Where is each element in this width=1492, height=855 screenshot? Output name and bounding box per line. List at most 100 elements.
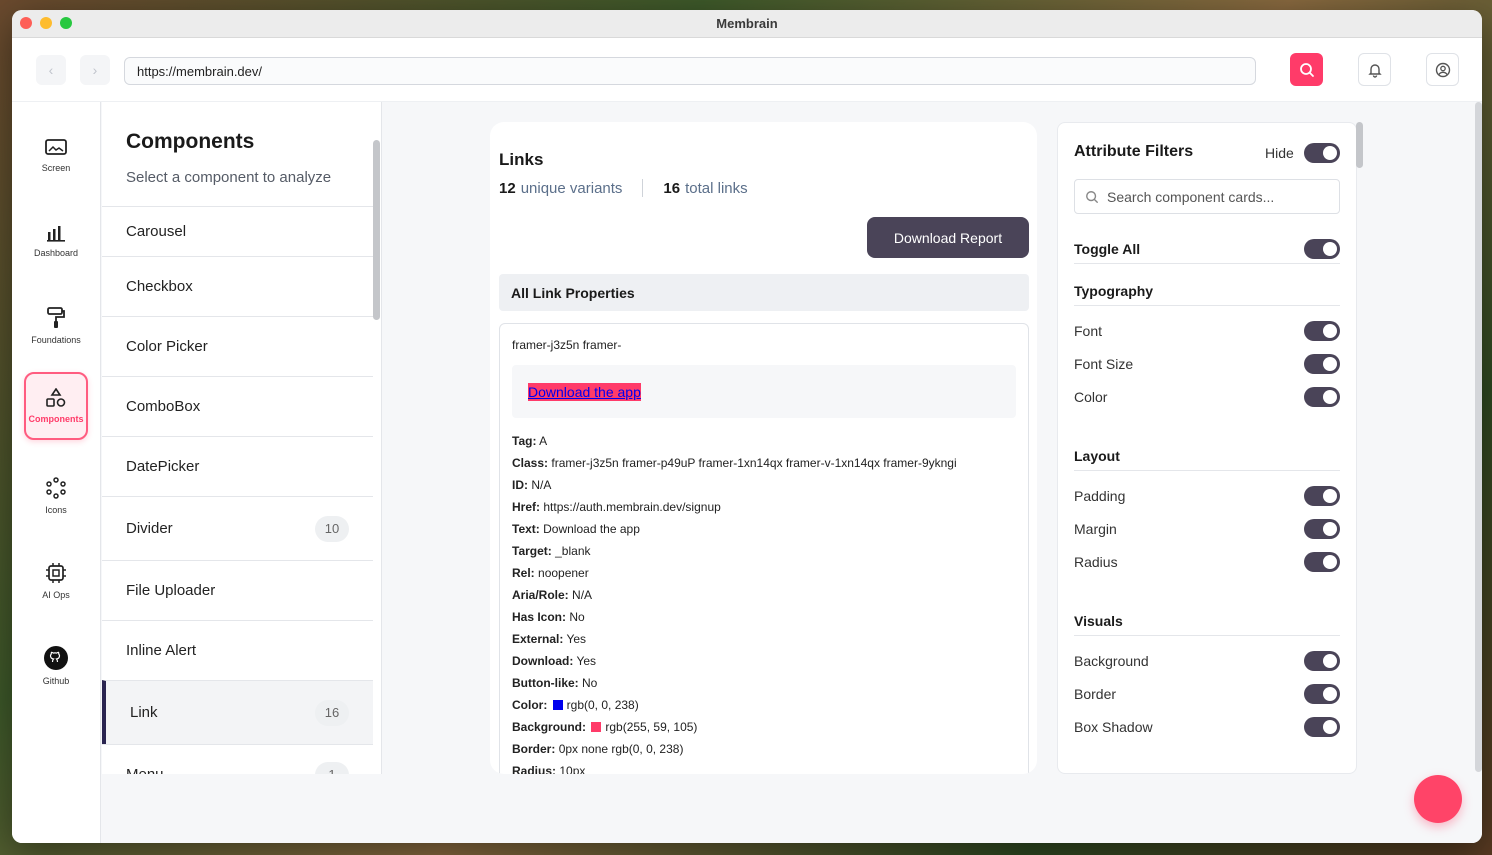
- download-report-button[interactable]: Download Report: [867, 217, 1029, 258]
- notifications-button[interactable]: [1358, 53, 1391, 86]
- count-badge: 10: [315, 515, 349, 542]
- filter-label: Radius: [1074, 554, 1118, 570]
- cpu-icon: [46, 563, 66, 583]
- radius-toggle[interactable]: [1304, 552, 1340, 572]
- component-item-divider[interactable]: Divider 10: [102, 496, 373, 560]
- property-row: Aria/Role: N/A: [512, 584, 1016, 606]
- window-scrollbar[interactable]: [1475, 102, 1482, 772]
- chevron-left-icon: ‹: [48, 62, 54, 78]
- property-row: Target: _blank: [512, 540, 1016, 562]
- floating-action-button[interactable]: [1414, 775, 1462, 823]
- preview-link[interactable]: Download the app: [528, 382, 641, 401]
- nav-item-foundations[interactable]: Foundations: [24, 292, 88, 360]
- components-title: Components: [126, 130, 255, 153]
- title-bar: Membrain: [12, 10, 1482, 38]
- filter-font: Font: [1074, 323, 1340, 339]
- property-key: Text:: [512, 522, 540, 536]
- filter-search-input[interactable]: Search component cards...: [1074, 179, 1340, 214]
- component-item-carousel[interactable]: Carousel: [102, 206, 373, 256]
- property-value: noopener: [538, 566, 589, 580]
- padding-toggle[interactable]: [1304, 486, 1340, 506]
- color-swatch: [552, 700, 563, 710]
- component-item-datepicker[interactable]: DatePicker: [102, 436, 373, 496]
- github-icon: [44, 646, 68, 670]
- property-value: A: [539, 434, 548, 448]
- nav-item-dashboard[interactable]: Dashboard: [24, 207, 88, 275]
- component-label: Link: [130, 704, 158, 721]
- component-item-link[interactable]: Link 16: [102, 680, 373, 744]
- property-row: Border: 0px none rgb(0, 0, 238): [512, 738, 1016, 760]
- filter-label: Box Shadow: [1074, 719, 1153, 735]
- property-value: https://auth.membrain.dev/signup: [543, 500, 721, 514]
- filters-title: Attribute Filters: [1074, 143, 1194, 160]
- property-key: Button-like:: [512, 676, 579, 690]
- color-toggle[interactable]: [1304, 387, 1340, 407]
- property-key: ID:: [512, 478, 528, 492]
- nav-item-label: Dashboard: [33, 248, 79, 258]
- component-item-combobox[interactable]: ComboBox: [102, 376, 373, 436]
- image-icon: [45, 139, 67, 155]
- property-row: Background: rgb(255, 59, 105): [512, 716, 1016, 738]
- toggle-all-label: Toggle All: [1074, 241, 1141, 257]
- property-row: Color: rgb(0, 0, 238): [512, 694, 1016, 716]
- property-key: Has Icon:: [512, 610, 567, 624]
- dots-grid-icon: [46, 477, 66, 499]
- margin-toggle[interactable]: [1304, 519, 1340, 539]
- border-toggle[interactable]: [1304, 684, 1340, 704]
- property-key: Radius:: [512, 764, 557, 774]
- url-bar[interactable]: https://membrain.dev/: [124, 57, 1256, 85]
- components-scrollbar[interactable]: [373, 140, 380, 320]
- toggle-all-switch[interactable]: [1304, 239, 1340, 259]
- property-key: Download:: [512, 654, 574, 668]
- nav-item-label: Components: [28, 414, 84, 424]
- component-item-color-picker[interactable]: Color Picker: [102, 316, 373, 376]
- close-window-button[interactable]: [20, 17, 32, 29]
- hide-toggle[interactable]: [1304, 143, 1340, 163]
- shapes-icon: [46, 388, 66, 407]
- nav-item-components[interactable]: Components: [24, 372, 88, 440]
- component-label: DatePicker: [126, 458, 200, 475]
- property-key: Tag:: [512, 434, 537, 448]
- account-button[interactable]: [1426, 53, 1459, 86]
- nav-item-github[interactable]: Github: [24, 632, 88, 700]
- link-detail-card: framer-j3z5n framer- Download the app Ta…: [499, 323, 1029, 774]
- font-toggle[interactable]: [1304, 321, 1340, 341]
- filter-box-shadow: Box Shadow: [1074, 719, 1340, 735]
- component-item-checkbox[interactable]: Checkbox: [102, 256, 373, 316]
- component-item-menu[interactable]: Menu 1: [102, 744, 373, 774]
- bell-icon: [1367, 63, 1382, 78]
- back-button[interactable]: ‹: [36, 55, 66, 85]
- property-row: Tag: A: [512, 430, 1016, 452]
- property-value: rgb(0, 0, 238): [566, 698, 639, 712]
- property-key: Target:: [512, 544, 552, 558]
- property-key: Aria/Role:: [512, 588, 569, 602]
- forward-button[interactable]: ›: [80, 55, 110, 85]
- property-value: _blank: [555, 544, 591, 558]
- section-label: Visuals: [1074, 613, 1123, 629]
- nav-item-ai-ops[interactable]: AI Ops: [24, 547, 88, 615]
- section-typography: Typography: [1074, 283, 1340, 306]
- maximize-window-button[interactable]: [60, 17, 72, 29]
- component-item-file-uploader[interactable]: File Uploader: [102, 560, 373, 620]
- filter-color: Color: [1074, 389, 1340, 405]
- filter-label: Color: [1074, 389, 1108, 405]
- font-size-toggle[interactable]: [1304, 354, 1340, 374]
- nav-item-icons[interactable]: Icons: [24, 462, 88, 530]
- search-button[interactable]: [1290, 53, 1323, 86]
- component-label: Checkbox: [126, 278, 193, 295]
- nav-item-label: Icons: [45, 505, 67, 515]
- nav-item-screen[interactable]: Screen: [24, 122, 88, 190]
- background-toggle[interactable]: [1304, 651, 1340, 671]
- component-item-inline-alert[interactable]: Inline Alert: [102, 620, 373, 680]
- filters-scrollbar[interactable]: [1356, 122, 1363, 168]
- property-key: Background:: [512, 720, 587, 734]
- browser-toolbar: ‹ › https://membrain.dev/: [12, 38, 1482, 102]
- component-label: Carousel: [126, 223, 187, 240]
- minimize-window-button[interactable]: [40, 17, 52, 29]
- property-value: Yes: [566, 632, 587, 646]
- chevron-right-icon: ›: [92, 62, 98, 78]
- properties-header[interactable]: All Link Properties: [499, 274, 1029, 311]
- nav-item-label: AI Ops: [42, 590, 70, 600]
- filter-padding: Padding: [1074, 488, 1340, 504]
- box-shadow-toggle[interactable]: [1304, 717, 1340, 737]
